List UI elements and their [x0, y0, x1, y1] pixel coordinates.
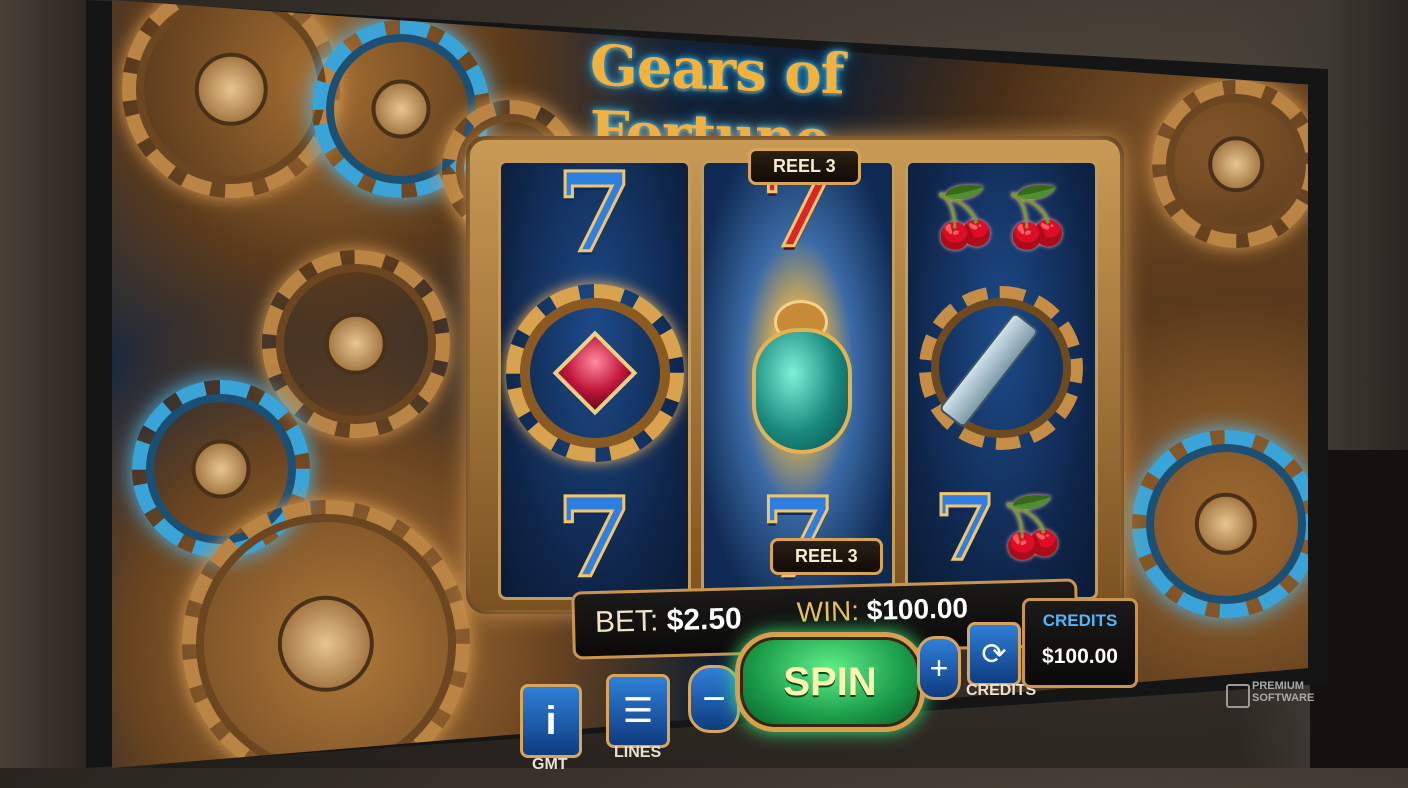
reel-2: 7 7 [701, 160, 895, 600]
reel-label-bottom: REEL 3 [770, 538, 883, 575]
brand-badge: PREMIUM SOFTWARE [1226, 680, 1326, 720]
cherries-symbol: 🍒🍒 [929, 185, 1074, 250]
credits-title: CREDITS [1042, 611, 1118, 630]
bet-value: $2.50 [666, 602, 743, 638]
reel-1: 7 7 [498, 160, 692, 600]
credits-value: $100.00 [1042, 645, 1118, 668]
brand-text: PREMIUM SOFTWARE [1252, 680, 1332, 704]
lines-button[interactable]: ☰ [606, 674, 670, 748]
bet-display: BET: $2.50 [595, 602, 743, 640]
win-value: $100.00 [866, 592, 969, 626]
info-icon: i [545, 698, 557, 743]
gear-decoration [262, 250, 450, 438]
reel-label-top: REEL 3 [748, 148, 861, 185]
list-icon: ☰ [622, 692, 654, 730]
win-label: WIN: [796, 595, 860, 628]
increase-bet-button[interactable]: + [917, 636, 961, 700]
credits-panel: CREDITS $100.00 [1022, 598, 1138, 688]
brand-line-1: PREMIUM [1252, 680, 1304, 692]
game-title: Gears of Fortune [590, 32, 844, 174]
refresh-credits-button[interactable]: ⟳ [967, 622, 1021, 686]
seven-symbol: 7 [555, 473, 635, 600]
gear-decoration [1152, 80, 1308, 248]
decrease-bet-button[interactable]: − [688, 665, 740, 733]
lines-caption: LINES [614, 744, 662, 761]
brand-logo-icon [1226, 684, 1250, 708]
info-caption: GMT [532, 756, 568, 773]
info-button[interactable]: i [520, 684, 582, 758]
brand-line-2: SOFTWARE [1252, 692, 1315, 704]
gear-decoration [122, 0, 340, 198]
spin-button[interactable]: SPIN [735, 632, 925, 732]
reel-3: 🍒🍒 7 🍒 [904, 160, 1098, 600]
seven-cherries-symbol: 7 🍒 [932, 475, 1069, 581]
gear-gem-symbol [501, 283, 688, 463]
seven-symbol: 7 [758, 473, 838, 600]
win-display: WIN: $100.00 [796, 592, 968, 628]
bet-label: BET: [594, 604, 659, 640]
scarab-beetle-symbol [704, 263, 891, 473]
gear-decoration [1132, 430, 1308, 618]
key-gear-symbol [908, 273, 1095, 463]
refresh-icon: ⟳ [981, 637, 1007, 671]
reels-container: 7 7 7 7 🍒🍒 7 🍒 [498, 160, 1098, 600]
seven-symbol: 7 [555, 160, 635, 277]
